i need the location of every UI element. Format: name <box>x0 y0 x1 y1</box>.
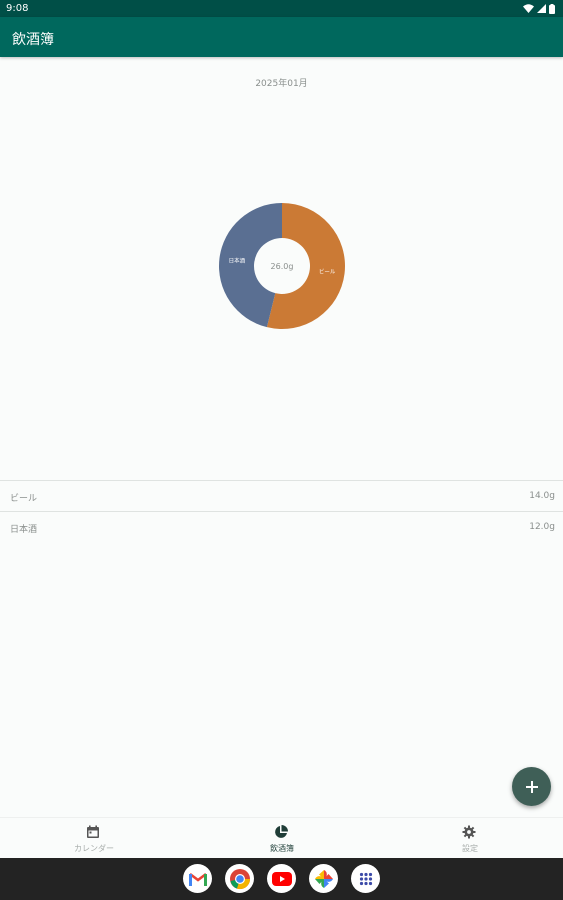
list-item-name: 日本酒 <box>10 525 38 535</box>
slice-label: ビール <box>319 267 336 275</box>
system-dock <box>0 858 563 900</box>
calendar-icon <box>87 825 99 838</box>
slice-label: 日本酒 <box>229 257 246 265</box>
pie-chart-icon <box>275 825 288 838</box>
nav-item-settings[interactable]: 設定 <box>376 818 563 859</box>
nav-item-drinking-log[interactable]: 飲酒簿 <box>188 818 376 859</box>
list-item-name: ビール <box>10 494 38 504</box>
nav-label: 飲酒簿 <box>270 844 294 853</box>
youtube-icon[interactable] <box>267 864 296 893</box>
nav-label: 設定 <box>462 844 478 853</box>
app-bar: 飲酒簿 <box>0 17 563 57</box>
bottom-nav: カレンダー 飲酒簿 設定 <box>0 817 563 859</box>
nav-item-calendar[interactable]: カレンダー <box>0 818 188 859</box>
status-bar: 9:08 <box>0 0 563 17</box>
list-item-amount: 12.0g <box>529 522 555 532</box>
photos-icon[interactable] <box>309 864 338 893</box>
app-drawer-icon[interactable] <box>351 864 380 893</box>
status-icons <box>523 3 555 14</box>
gear-icon <box>462 825 476 839</box>
gmail-icon[interactable] <box>183 864 212 893</box>
wifi-icon <box>523 4 534 13</box>
app-title: 飲酒簿 <box>12 32 54 48</box>
status-time: 9:08 <box>6 3 29 14</box>
chrome-icon[interactable] <box>225 864 254 893</box>
donut-chart: ビール 日本酒 26.0g <box>218 203 345 329</box>
list-item-sake[interactable]: 日本酒 12.0g <box>0 512 563 542</box>
add-button[interactable] <box>512 767 551 806</box>
signal-icon <box>537 4 546 13</box>
month-label: 2025年01月 <box>255 79 308 89</box>
battery-icon <box>549 3 555 14</box>
list-item-beer[interactable]: ビール 14.0g <box>0 481 563 511</box>
donut-center-total: 26.0g <box>271 262 294 271</box>
list-item-amount: 14.0g <box>529 491 555 501</box>
nav-label: カレンダー <box>74 844 114 853</box>
plus-icon <box>525 780 538 793</box>
